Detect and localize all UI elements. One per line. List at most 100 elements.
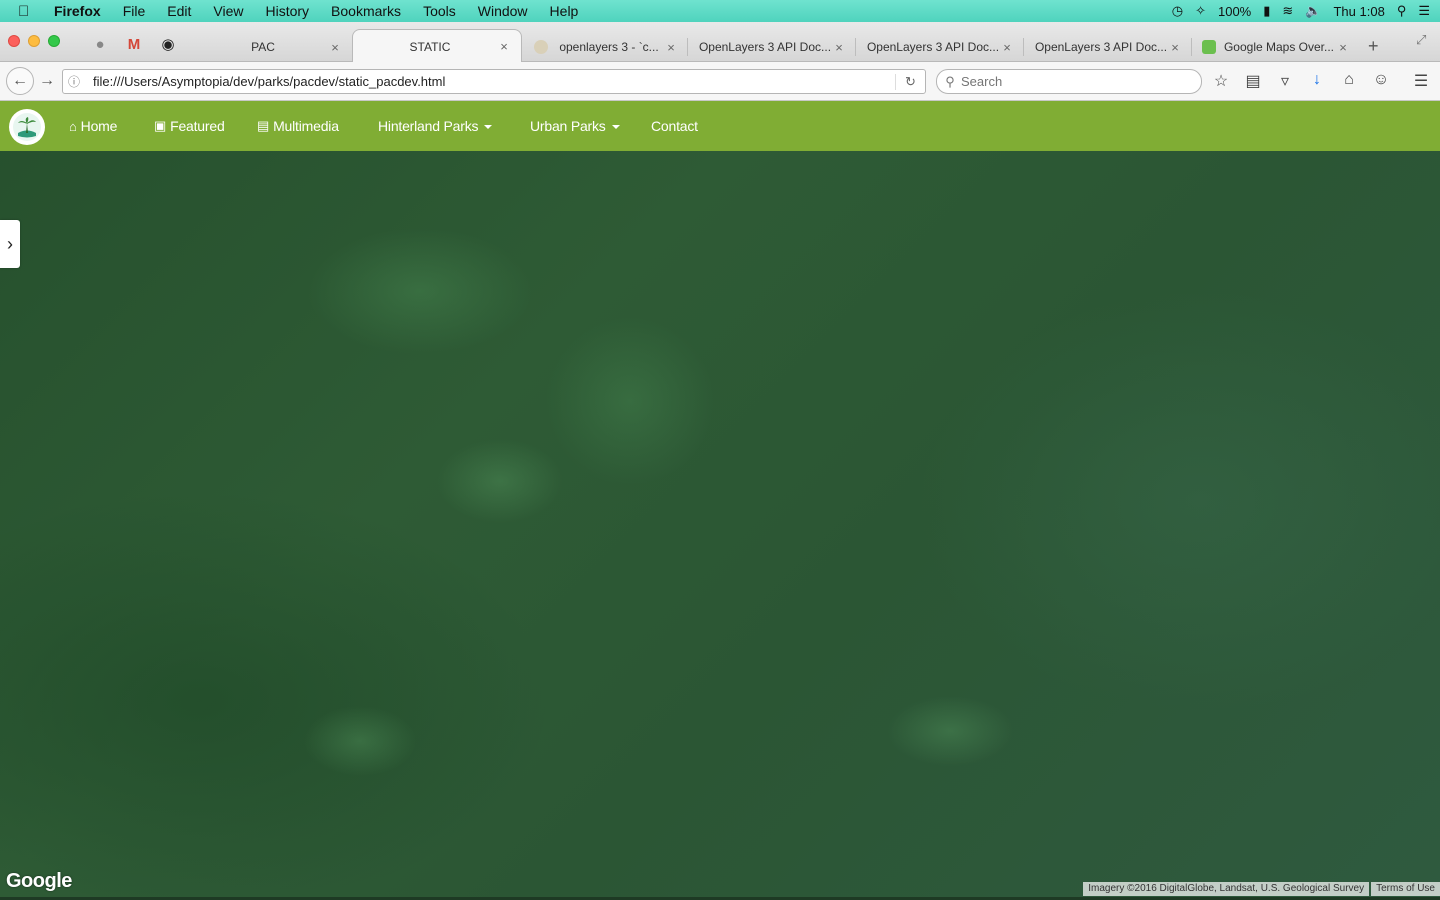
time-machine-icon[interactable]: ◷ — [1172, 3, 1183, 19]
nav-label: Urban Parks — [530, 118, 606, 134]
nav-hinterland-parks[interactable]: Hinterland Parks — [378, 101, 493, 151]
nav-contact[interactable]: Contact — [651, 101, 698, 151]
battery-icon[interactable]: ▮ — [1263, 3, 1270, 19]
site-logo[interactable] — [9, 109, 45, 145]
favicon-icon — [1202, 40, 1216, 54]
battery-percent: 100% — [1217, 3, 1252, 19]
github-icon: ◉ — [161, 36, 175, 53]
search-bar[interactable]: ⚲ — [936, 69, 1202, 94]
url-text[interactable]: file:///Users/Asymptopia/dev/parks/pacde… — [85, 74, 895, 89]
pocket-icon[interactable]: ▿ — [1276, 71, 1294, 91]
tab-static[interactable]: STATIC × — [352, 29, 522, 63]
reading-list-icon[interactable]: ▤ — [1244, 71, 1262, 91]
globe-icon: ● — [95, 35, 105, 53]
menu-bookmarks[interactable]: Bookmarks — [331, 3, 401, 19]
close-icon[interactable]: × — [1168, 40, 1182, 55]
notification-center-icon[interactable]: ☰ — [1418, 3, 1430, 19]
imagery-attribution: Imagery ©2016 DigitalGlobe, Landsat, U.S… — [1083, 882, 1370, 896]
menu-window[interactable]: Window — [478, 3, 528, 19]
bluetooth-icon[interactable]: ✧ — [1195, 3, 1206, 19]
pinned-tab-globe[interactable]: ● — [86, 30, 114, 58]
reload-icon[interactable]: ↻ — [895, 73, 925, 90]
menu-tools[interactable]: Tools — [423, 3, 456, 19]
map-attribution: Imagery ©2016 DigitalGlobe, Landsat, U.S… — [1083, 882, 1440, 896]
nav-urban-parks[interactable]: Urban Parks — [530, 101, 620, 151]
nav-label: Contact — [651, 118, 698, 134]
search-input[interactable] — [961, 74, 1201, 89]
nav-label: Featured — [170, 118, 225, 134]
tab-openlayers-api-1[interactable]: OpenLayers 3 API Doc... × — [688, 32, 856, 62]
site-navbar: ⌂ Home ▣ Featured ▤ Multimedia Hinterlan… — [0, 101, 1440, 151]
apple-icon[interactable]:  — [18, 3, 38, 20]
tab-openlayers-api-2[interactable]: OpenLayers 3 API Doc... × — [856, 32, 1024, 62]
search-icon: ⚲ — [945, 73, 955, 89]
palm-tree-logo-icon — [13, 113, 41, 141]
tab-title: OpenLayers 3 API Doc... — [1034, 40, 1168, 54]
clock[interactable]: Thu 1:08 — [1333, 4, 1384, 19]
home-icon[interactable]: ⌂ — [1340, 71, 1358, 91]
status-area: ◷ ✧ 100% ▮ ≋ 🔈 Thu 1:08 ⚲ ☰ — [1172, 0, 1430, 22]
close-icon[interactable]: × — [832, 40, 846, 55]
info-icon[interactable]: ⓘ — [63, 73, 85, 90]
star-icon[interactable]: ☆ — [1212, 71, 1230, 91]
close-icon[interactable]: × — [1000, 40, 1014, 55]
menu-view[interactable]: View — [213, 3, 243, 19]
tab-pac[interactable]: PAC × — [188, 32, 352, 62]
nav-home[interactable]: ⌂ Home — [69, 101, 117, 151]
chevron-right-icon: › — [7, 233, 13, 254]
tab-title: PAC — [251, 40, 275, 54]
menu-history[interactable]: History — [265, 3, 309, 19]
caret-down-icon — [611, 125, 620, 129]
toolbar-icons: ☆ ▤ ▿ ↓ ⌂ ☺ ☰ — [1212, 71, 1430, 91]
nav-label: Hinterland Parks — [378, 118, 479, 134]
pinned-tab-github[interactable]: ◉ — [154, 30, 182, 58]
google-logo: Google — [6, 870, 72, 892]
menu-edit[interactable]: Edit — [167, 3, 191, 19]
tab-title: STATIC — [409, 39, 451, 54]
close-window-button[interactable] — [8, 35, 20, 47]
nav-label: Home — [80, 118, 118, 134]
map-page[interactable]: ⌂ Home ▣ Featured ▤ Multimedia Hinterlan… — [0, 101, 1440, 900]
zoom-window-button[interactable] — [48, 35, 60, 47]
favicon-icon — [534, 40, 548, 54]
tab-openlayers-api-3[interactable]: OpenLayers 3 API Doc... × — [1024, 32, 1192, 62]
forward-icon[interactable]: → — [36, 67, 58, 95]
tab-title: OpenLayers 3 API Doc... — [698, 40, 832, 54]
browser-toolbar: ← → ⓘ file:///Users/Asymptopia/dev/parks… — [0, 62, 1440, 101]
download-icon[interactable]: ↓ — [1308, 71, 1326, 91]
close-icon[interactable]: × — [328, 40, 342, 55]
nav-multimedia[interactable]: ▤ Multimedia — [257, 101, 339, 151]
menu-icon[interactable]: ☰ — [1412, 71, 1430, 91]
menu-file[interactable]: File — [123, 3, 146, 19]
pinned-tab-gmail[interactable]: M — [120, 30, 148, 58]
tab-title: Google Maps Over... — [1223, 40, 1335, 54]
wifi-icon[interactable]: ≋ — [1282, 3, 1293, 19]
close-icon[interactable]: × — [1336, 40, 1350, 55]
nav-label: Multimedia — [273, 118, 339, 134]
menu-help[interactable]: Help — [550, 3, 579, 19]
tab-openlayers-search[interactable]: openlayers 3 - `c... × — [524, 32, 688, 62]
minimize-window-button[interactable] — [28, 35, 40, 47]
chat-icon[interactable]: ☺ — [1372, 71, 1390, 91]
url-bar[interactable]: ⓘ file:///Users/Asymptopia/dev/parks/pac… — [62, 69, 926, 94]
new-tab-button[interactable]: + — [1368, 36, 1379, 57]
fullscreen-icon[interactable]: ⤢ — [1416, 32, 1426, 48]
gmail-icon: M — [127, 35, 141, 53]
close-icon[interactable]: × — [497, 39, 511, 54]
nav-featured[interactable]: ▣ Featured — [154, 101, 225, 151]
close-icon[interactable]: × — [664, 40, 678, 55]
back-icon[interactable]: ← — [6, 67, 34, 95]
home-icon: ⌂ — [69, 118, 77, 134]
terms-of-use-link[interactable]: Terms of Use — [1371, 882, 1440, 896]
volume-icon[interactable]: 🔈 — [1305, 3, 1321, 19]
sidebar-toggle-button[interactable]: › — [0, 220, 20, 268]
menu-app-name[interactable]: Firefox — [54, 3, 101, 19]
tab-strip: ● M ◉ PAC × STATIC × openlayers 3 - `c..… — [0, 22, 1440, 63]
window-controls — [8, 35, 60, 47]
tab-google-maps[interactable]: Google Maps Over... × — [1192, 32, 1360, 62]
caret-down-icon — [484, 125, 493, 129]
tab-title: OpenLayers 3 API Doc... — [866, 40, 1000, 54]
tab-title: openlayers 3 - `c... — [559, 40, 659, 54]
macos-menubar:  Firefox File Edit View History Bookmar… — [0, 0, 1440, 22]
spotlight-icon[interactable]: ⚲ — [1397, 3, 1407, 19]
